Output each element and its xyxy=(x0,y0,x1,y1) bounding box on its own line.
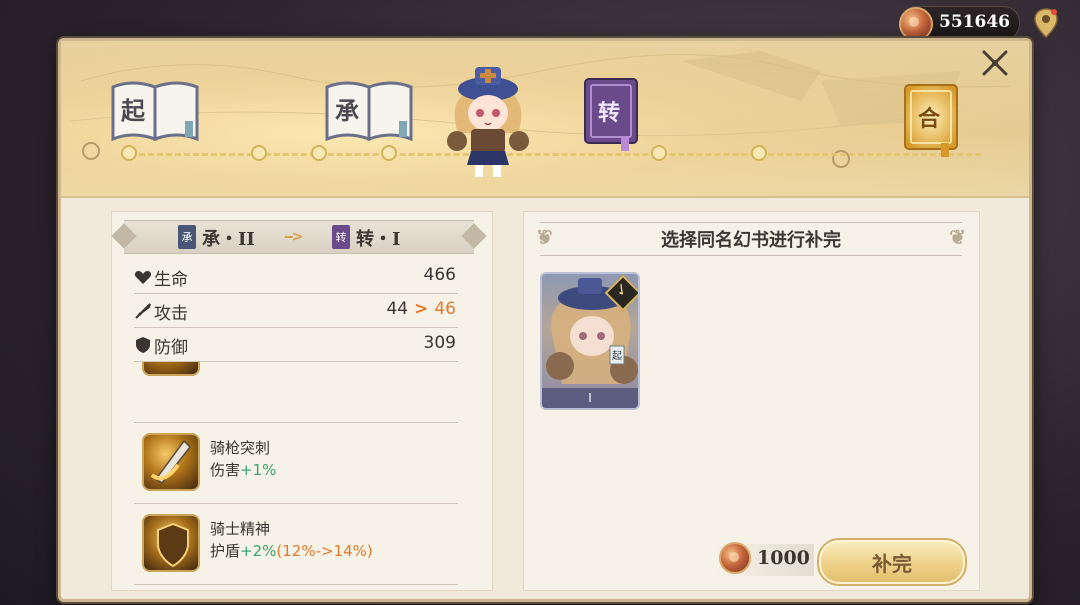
character-sprite xyxy=(443,63,533,183)
map-pin-icon[interactable] xyxy=(1034,8,1058,39)
material-panel: 选择同名幻书进行补完 ✓ 起 I 1000 补完 xyxy=(523,211,980,591)
map-decoration xyxy=(70,51,1012,168)
increase-arrow: > xyxy=(414,299,429,319)
skill-desc-label: 护盾 xyxy=(210,542,241,560)
arrow-icon: --> xyxy=(284,229,303,245)
skill-row-lance-charge[interactable]: 骑枪突刺 伤害+1% xyxy=(134,423,458,504)
skill-icon xyxy=(142,362,200,376)
path-node xyxy=(751,145,767,161)
book-zhuan[interactable]: 转 xyxy=(581,75,641,155)
book-label: 起 xyxy=(121,96,145,125)
stat-value: 466 xyxy=(423,265,456,285)
cost-display: 1000 xyxy=(719,542,810,576)
stat-old-value: 44 xyxy=(386,299,409,319)
complete-button[interactable]: 补完 xyxy=(817,538,967,586)
skill-name: 骑士精神 xyxy=(210,520,271,538)
book-label: 转 xyxy=(598,100,621,126)
progress-banner: 起 承 转 合 xyxy=(61,41,1029,198)
gold-coin-icon xyxy=(719,542,751,574)
skill-row-clipped[interactable] xyxy=(134,362,458,423)
cost-value: 1000 xyxy=(757,547,810,569)
lance-skill-icon xyxy=(142,433,200,491)
stat-row-attack: 攻击 44 >46 xyxy=(134,294,458,328)
stat-panel: 承 承・II --> 转 转・I 生命 466 攻击 44>46 防御 309 xyxy=(111,211,493,591)
stage-from-icon: 承 xyxy=(178,225,196,249)
book-cheng[interactable]: 承 xyxy=(323,77,415,143)
stat-value: 44 >46 xyxy=(386,299,456,319)
stat-row-defense: 防御 309 xyxy=(134,328,458,362)
skill-desc: 伤害+1% xyxy=(210,459,276,480)
close-icon[interactable] xyxy=(980,48,1010,78)
stat-label: 攻击 xyxy=(154,304,188,324)
shield-icon xyxy=(136,337,150,353)
book-qi[interactable]: 起 xyxy=(109,77,201,143)
knight-skill-icon xyxy=(142,514,200,572)
stat-new-value: 46 xyxy=(434,299,456,319)
currency-amount: 551646 xyxy=(939,12,1010,32)
stage-from-label: 承・II xyxy=(202,229,255,250)
currency-display[interactable]: 551646 xyxy=(899,6,1020,41)
skill-row-knight-spirit[interactable]: 骑士精神 护盾+2%(12%->14%) xyxy=(134,504,458,585)
path-node xyxy=(121,145,137,161)
progress-path xyxy=(121,153,981,156)
path-node xyxy=(251,145,267,161)
path-node xyxy=(651,145,667,161)
stage-to-icon: 转 xyxy=(332,225,350,249)
stage-to-label: 转・I xyxy=(356,229,401,250)
book-he[interactable]: 合 xyxy=(901,81,961,161)
sword-icon xyxy=(135,303,151,319)
skill-name: 骑枪突刺 xyxy=(210,439,271,457)
skill-desc-bonus: +2% xyxy=(240,542,277,560)
gold-coin-icon xyxy=(899,7,933,41)
skill-desc: 护盾+2%(12%->14%) xyxy=(210,540,373,561)
heart-icon xyxy=(134,271,152,284)
path-node xyxy=(311,145,327,161)
stat-value: 309 xyxy=(423,333,456,353)
book-label: 承 xyxy=(335,96,359,125)
skill-desc-change: (12%->14%) xyxy=(276,542,373,560)
skill-desc-bonus: +1% xyxy=(240,461,277,479)
stage-transition-bar: 承 承・II --> 转 转・I xyxy=(124,220,474,254)
phantom-book-card[interactable]: ✓ 起 I xyxy=(540,272,640,410)
main-frame: 起 承 转 合 承 承・II --> 转 转・I 生命 466 攻击 44 > … xyxy=(58,38,1032,602)
skill-desc-label: 伤害 xyxy=(210,461,241,479)
stat-label: 防御 xyxy=(154,338,188,358)
stat-row-hp: 生命 466 xyxy=(134,260,458,294)
stat-label: 生命 xyxy=(154,270,188,290)
book-label: 合 xyxy=(918,106,941,132)
panel-title: 选择同名幻书进行补完 xyxy=(540,222,966,256)
path-node xyxy=(381,145,397,161)
card-level: I xyxy=(542,388,638,408)
card-corner-label: 起 xyxy=(612,351,622,362)
